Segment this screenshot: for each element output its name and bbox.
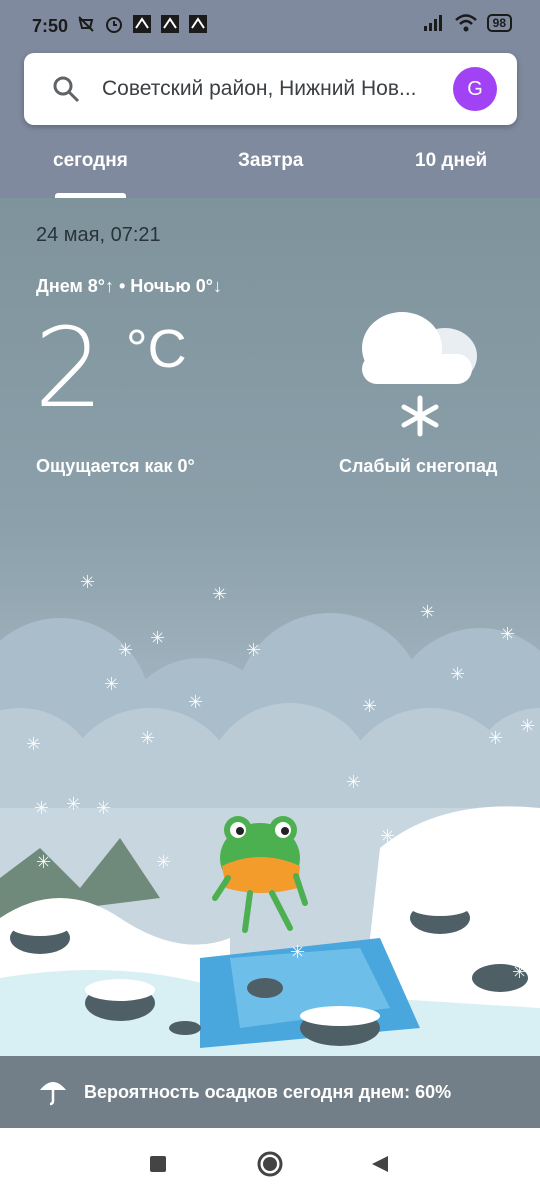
mute-icon [78, 16, 94, 32]
svg-text:✳: ✳ [346, 772, 361, 793]
system-nav-bar [0, 1128, 540, 1200]
svg-text:✳: ✳ [520, 716, 535, 737]
svg-text:✳: ✳ [150, 628, 165, 649]
recents-button[interactable] [148, 1154, 168, 1174]
alarm-icon [106, 17, 122, 33]
search-icon[interactable] [52, 75, 80, 103]
svg-text:✳: ✳ [96, 798, 111, 819]
tab-today[interactable]: сегодня [53, 150, 128, 172]
high-low-temperature: Днем 8°↑ • Ночью 0°↓ [36, 276, 222, 296]
forecast-tabs: сегодня Завтра 10 дней [0, 140, 540, 198]
weather-panel: 24 мая, 07:21 Днем 8°↑ • Ночью 0°↓ 2 °C … [0, 198, 540, 1128]
svg-text:✳: ✳ [290, 942, 305, 963]
svg-text:✳: ✳ [362, 696, 377, 717]
current-temperature: 2 [34, 304, 104, 432]
weather-illustration: ✳ ✳ ✳ ✳ ✳ ✳ ✳ ✳ ✳ ✳ ✳ ✳ ✳ ✳ ✳ ✳ ✳ ✳ ✳ ✳ ✳ ✳ ✳ ✳ ✳ [0, 572, 540, 1128]
umbrella-icon [40, 1082, 66, 1106]
status-time: 7:50 [32, 16, 69, 36]
app-header: 7:50 98 Советский район, Нижний Нов... G… [0, 0, 540, 198]
svg-text:✳: ✳ [80, 572, 95, 593]
notification-icons [76, 14, 208, 34]
svg-text:✳: ✳ [26, 734, 41, 755]
svg-text:✳: ✳ [212, 584, 227, 605]
precipitation-banner[interactable]: Вероятность осадков сегодня днем: 60% [0, 1056, 540, 1128]
system-icons: 98 [423, 14, 512, 32]
tab-tomorrow[interactable]: Завтра [238, 150, 303, 172]
weather-condition: Слабый снегопад [339, 456, 498, 476]
svg-text:✳: ✳ [140, 728, 155, 749]
tab-10-days[interactable]: 10 дней [415, 150, 487, 172]
svg-text:✳: ✳ [34, 798, 49, 819]
svg-text:✳: ✳ [188, 692, 203, 713]
svg-text:✳: ✳ [420, 602, 435, 623]
svg-text:✳: ✳ [246, 640, 261, 661]
battery-indicator: 98 [486, 14, 512, 32]
app-notification-icon [161, 15, 179, 33]
svg-text:✳: ✳ [488, 728, 503, 749]
observation-datetime: 24 мая, 07:21 [36, 224, 161, 246]
svg-text:✳: ✳ [118, 640, 133, 661]
svg-text:✳: ✳ [500, 624, 515, 645]
svg-text:✳: ✳ [450, 664, 465, 685]
wifi-icon [454, 14, 477, 32]
home-button[interactable] [256, 1150, 284, 1178]
svg-text:✳: ✳ [512, 962, 527, 983]
precipitation-chance: Вероятность осадков сегодня днем: 60% [84, 1082, 452, 1102]
search-location-text[interactable]: Советский район, Нижний Нов... [102, 77, 442, 101]
account-avatar[interactable]: G [453, 67, 497, 111]
svg-text:✳: ✳ [66, 794, 81, 815]
back-button[interactable] [370, 1154, 390, 1174]
svg-text:✳: ✳ [36, 852, 51, 873]
app-notification-icon [189, 15, 207, 33]
svg-text:✳: ✳ [156, 852, 171, 873]
svg-text:✳: ✳ [380, 826, 395, 847]
svg-text:✳: ✳ [104, 674, 119, 695]
temperature-unit[interactable]: °C [126, 318, 187, 380]
app-notification-icon [133, 15, 151, 33]
svg-text:✳: ✳ [418, 982, 433, 1003]
signal-icon [423, 15, 442, 31]
search-bar[interactable]: Советский район, Нижний Нов... G [24, 53, 517, 125]
light-snow-icon [362, 312, 477, 437]
status-bar: 7:50 98 [0, 0, 540, 52]
feels-like: Ощущается как 0° [36, 456, 195, 476]
